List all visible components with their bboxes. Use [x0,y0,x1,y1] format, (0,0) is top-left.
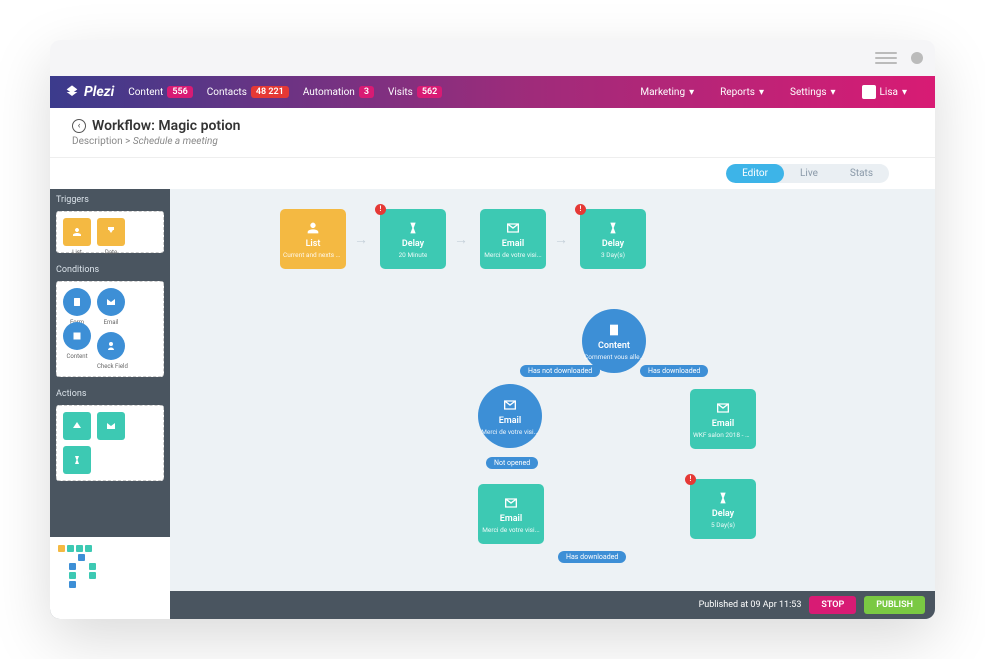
nav-reports[interactable]: Reports ▾ [720,87,764,98]
conditions-group: Conditions Form Email Content Check Fiel… [50,259,170,383]
pill-has-downloaded: Has downloaded [640,365,708,377]
actions-group: Actions [50,383,170,487]
content-icon [606,322,622,338]
workflow-canvas[interactable]: ListCurrent and nexts c... → ! Delay20 M… [170,189,935,619]
alert-badge: ! [375,204,386,215]
condition-form[interactable]: Form [63,288,91,316]
user-icon [305,220,321,236]
subheader: ‹ Workflow: Magic potion Description > S… [50,108,935,158]
stop-button[interactable]: STOP [809,596,856,614]
arrow-icon: → [554,231,568,248]
condition-email[interactable]: Email [97,288,125,316]
action-email[interactable] [97,412,125,440]
alert-badge: ! [685,474,696,485]
page-description: Description > Schedule a meeting [72,136,913,147]
brand-logo[interactable]: Plezi [64,84,114,100]
action-1[interactable] [63,412,91,440]
tab-stats[interactable]: Stats [834,164,889,183]
page-title: Workflow: Magic potion [92,118,240,134]
email-icon [715,400,731,416]
titlebar [50,40,935,76]
node-delay2[interactable]: ! Delay3 Day(s) [580,209,646,269]
nav-settings[interactable]: Settings ▾ [790,87,836,98]
menu-icon[interactable] [875,52,897,64]
minimap[interactable] [50,537,170,619]
arrow-icon: → [454,231,468,248]
hourglass-icon [715,490,731,506]
tab-live[interactable]: Live [784,164,834,183]
trigger-date[interactable]: Date [97,218,125,246]
nav-visits[interactable]: Visits562 [388,86,442,98]
condition-content[interactable]: Content [63,322,91,350]
node-email1[interactable]: EmailMerci de votre visi... [480,209,546,269]
nav-user[interactable]: Lisa ▾ [862,85,907,99]
publish-button[interactable]: PUBLISH [864,596,925,614]
condition-checkfield[interactable]: Check Field [97,332,125,360]
app-window: Plezi Content556 Contacts48 221 Automati… [50,40,935,619]
node-email4[interactable]: EmailMerci de votre visi... [478,484,544,544]
navbar: Plezi Content556 Contacts48 221 Automati… [50,76,935,108]
pill-not-opened: Not opened [486,457,538,469]
email-icon [503,495,519,511]
node-list[interactable]: ListCurrent and nexts c... [280,209,346,269]
node-content[interactable]: ContentComment vous allez ... [582,309,646,373]
hourglass-icon [605,220,621,236]
content: Triggers List Date Conditions Form Email… [50,189,935,619]
trigger-list[interactable]: List [63,218,91,246]
email-icon [505,220,521,236]
nav-automation[interactable]: Automation3 [303,86,374,98]
sidebar: Triggers List Date Conditions Form Email… [50,189,170,619]
pill-not-downloaded: Has not downloaded [520,365,600,377]
nav-marketing[interactable]: Marketing ▾ [640,87,694,98]
node-email3[interactable]: EmailWKF salon 2018 - Co... [690,389,756,449]
node-delay3[interactable]: ! Delay5 Day(s) [690,479,756,539]
action-delay[interactable] [63,446,91,474]
published-label: Published at 09 Apr 11:53 [699,600,802,610]
triggers-group: Triggers List Date [50,189,170,259]
nav-content[interactable]: Content556 [128,86,193,98]
tabbar: Editor Live Stats [50,158,935,189]
node-email2[interactable]: EmailMerci de votre visi... [478,384,542,448]
tab-editor[interactable]: Editor [726,164,784,183]
back-button[interactable]: ‹ [72,119,86,133]
arrow-icon: → [354,231,368,248]
hourglass-icon [405,220,421,236]
nav-contacts[interactable]: Contacts48 221 [207,86,289,98]
node-delay1[interactable]: ! Delay20 Minute [380,209,446,269]
email-icon [502,397,518,413]
alert-badge: ! [575,204,586,215]
pill-has-downloaded2: Has downloaded [558,551,626,563]
avatar [862,85,876,99]
statusbar: Published at 09 Apr 11:53 STOP PUBLISH [170,591,935,619]
window-dot [911,52,923,64]
bird-icon [64,84,80,100]
